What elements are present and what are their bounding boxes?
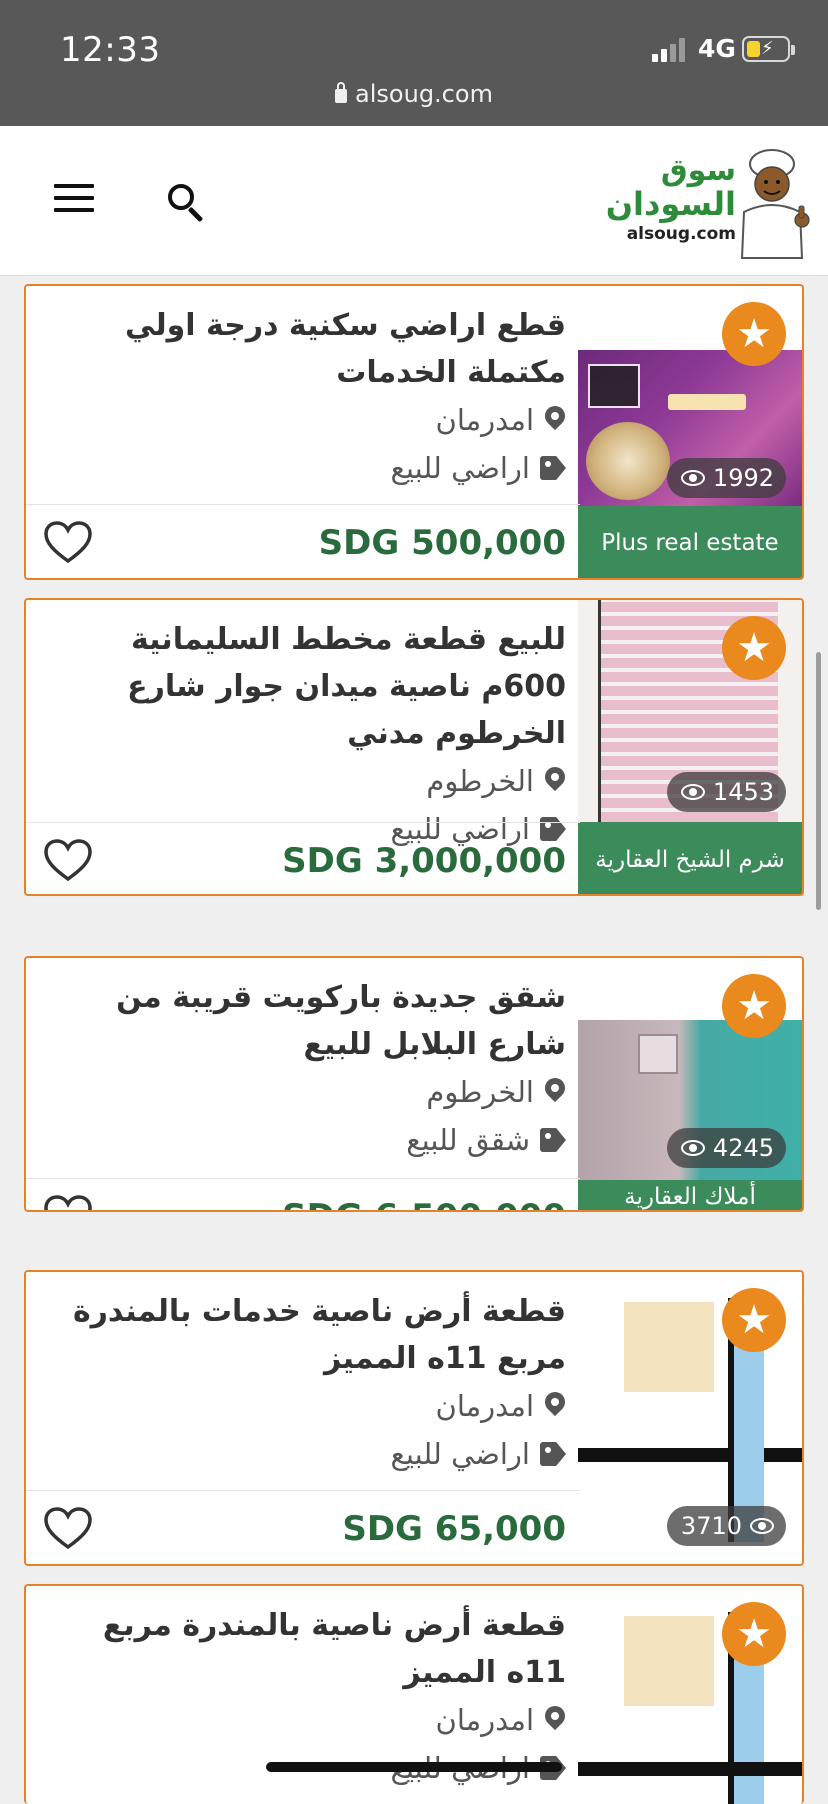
- favorite-heart-icon[interactable]: [44, 1507, 92, 1551]
- agency-name: شرم الشيخ العقارية: [578, 822, 802, 894]
- logo-mascot-icon: [740, 149, 810, 259]
- favorite-heart-icon[interactable]: [44, 1195, 92, 1212]
- home-indicator[interactable]: [266, 1762, 562, 1772]
- signal-icon: [652, 38, 688, 62]
- status-bar: 12:33 4G ⚡ alsoug.com: [0, 0, 828, 126]
- location-pin-icon: [544, 1706, 566, 1734]
- image-window: [638, 1034, 678, 1074]
- listing-details: شقق جديدة باركويت قريبة من شارع البلابل …: [26, 958, 580, 1164]
- listing-title[interactable]: شقق جديدة باركويت قريبة من شارع البلابل …: [40, 974, 566, 1068]
- listing-footer: SDG 500,000: [26, 504, 580, 578]
- eye-icon: [680, 470, 705, 486]
- site-logo[interactable]: سوق السودان alsoug.com: [606, 142, 810, 266]
- listing-details: للبيع قطعة مخطط السليمانية 600م ناصية مي…: [26, 600, 580, 853]
- listing-footer: SDG 3,000,000: [26, 822, 580, 894]
- network-type: 4G: [698, 34, 736, 63]
- view-count-badge: 3710: [666, 1506, 786, 1546]
- featured-star-icon: ★: [722, 1288, 786, 1352]
- listing-location: امدرمان: [40, 1382, 566, 1430]
- image-map-road: [578, 1762, 802, 1776]
- listing-location: الخرطوم: [40, 757, 566, 805]
- view-count: 1453: [712, 778, 774, 806]
- image-map-block: [624, 1302, 714, 1392]
- hamburger-menu-icon[interactable]: [54, 184, 94, 214]
- agency-name: أملاك العقارية: [578, 1180, 802, 1210]
- view-count-badge: 1992: [666, 458, 786, 498]
- logo-text: سوق السودان alsoug.com: [605, 153, 736, 244]
- lock-icon: [335, 82, 348, 103]
- view-count-badge: 4245: [666, 1128, 786, 1168]
- scrollbar[interactable]: [816, 652, 821, 910]
- search-icon[interactable]: [166, 182, 206, 223]
- tag-icon: [540, 1442, 566, 1466]
- listing-card[interactable]: أملاك العقارية ★ 4245 شقق جديدة باركويت …: [24, 956, 804, 1212]
- site-header: سوق السودان alsoug.com: [0, 126, 828, 276]
- tag-icon: [540, 456, 566, 480]
- listing-price: SDG 500,000: [318, 523, 566, 563]
- listing-title[interactable]: قطعة أرض ناصية بالمندرة مربع 11ه المميز: [40, 1602, 566, 1696]
- favorite-heart-icon[interactable]: [44, 521, 92, 565]
- listing-location: الخرطوم: [40, 1068, 566, 1116]
- listing-footer: SDG 65,000: [26, 1490, 580, 1564]
- listing-card[interactable]: ★ 3710 قطعة أرض ناصية خدمات بالمندرة مرب…: [24, 1270, 804, 1566]
- listing-category: شقق للبيع: [40, 1116, 566, 1164]
- url-text: alsoug.com: [355, 80, 493, 108]
- listing-title[interactable]: قطع اراضي سكنية درجة اولي مكتملة الخدمات: [40, 302, 566, 396]
- location-pin-icon: [544, 1392, 566, 1420]
- image-map-block: [624, 1616, 714, 1706]
- location-pin-icon: [544, 767, 566, 795]
- listing-details: قطعة أرض ناصية خدمات بالمندرة مربع 11ه ا…: [26, 1272, 580, 1478]
- featured-star-icon: ★: [722, 616, 786, 680]
- tag-icon: [540, 1128, 566, 1152]
- featured-star-icon: ★: [722, 1602, 786, 1666]
- address-bar[interactable]: alsoug.com: [0, 80, 828, 108]
- agency-name: Plus real estate: [578, 506, 802, 578]
- favorite-heart-icon[interactable]: [44, 839, 92, 883]
- location-pin-icon: [544, 1078, 566, 1106]
- status-time: 12:33: [60, 30, 161, 70]
- listing-card[interactable]: Plus real estate ★ 1992 قطع اراضي سكنية …: [24, 284, 804, 580]
- listing-category: اراضي للبيع: [40, 1430, 566, 1478]
- view-count: 1992: [712, 464, 774, 492]
- listing-title[interactable]: للبيع قطعة مخطط السليمانية 600م ناصية مي…: [40, 616, 566, 757]
- eye-icon: [680, 784, 705, 800]
- view-count: 3710: [680, 1512, 742, 1540]
- view-count: 4245: [712, 1134, 774, 1162]
- listing-location: امدرمان: [40, 396, 566, 444]
- image-banner: [668, 394, 746, 410]
- listing-location: امدرمان: [40, 1696, 566, 1744]
- listing-price: SDG 6,500,000: [282, 1179, 566, 1210]
- view-count-badge: 1453: [666, 772, 786, 812]
- listing-footer: SDG 6,500,000: [26, 1178, 580, 1212]
- listing-title[interactable]: قطعة أرض ناصية خدمات بالمندرة مربع 11ه ا…: [40, 1288, 566, 1382]
- listing-details: قطع اراضي سكنية درجة اولي مكتملة الخدمات…: [26, 286, 580, 492]
- image-map-road: [578, 1448, 802, 1462]
- location-pin-icon: [544, 406, 566, 434]
- featured-star-icon: ★: [722, 302, 786, 366]
- battery-icon: ⚡: [742, 36, 795, 62]
- image-photo: [586, 422, 670, 500]
- image-logo: [588, 364, 640, 408]
- listing-category: اراضي للبيع: [40, 444, 566, 492]
- listing-card[interactable]: شرم الشيخ العقارية ★ 1453 للبيع قطعة مخط…: [24, 598, 804, 896]
- eye-icon: [750, 1518, 774, 1534]
- eye-icon: [680, 1140, 705, 1156]
- listing-price: SDG 3,000,000: [282, 841, 566, 881]
- featured-star-icon: ★: [722, 974, 786, 1038]
- listing-price: SDG 65,000: [342, 1509, 566, 1549]
